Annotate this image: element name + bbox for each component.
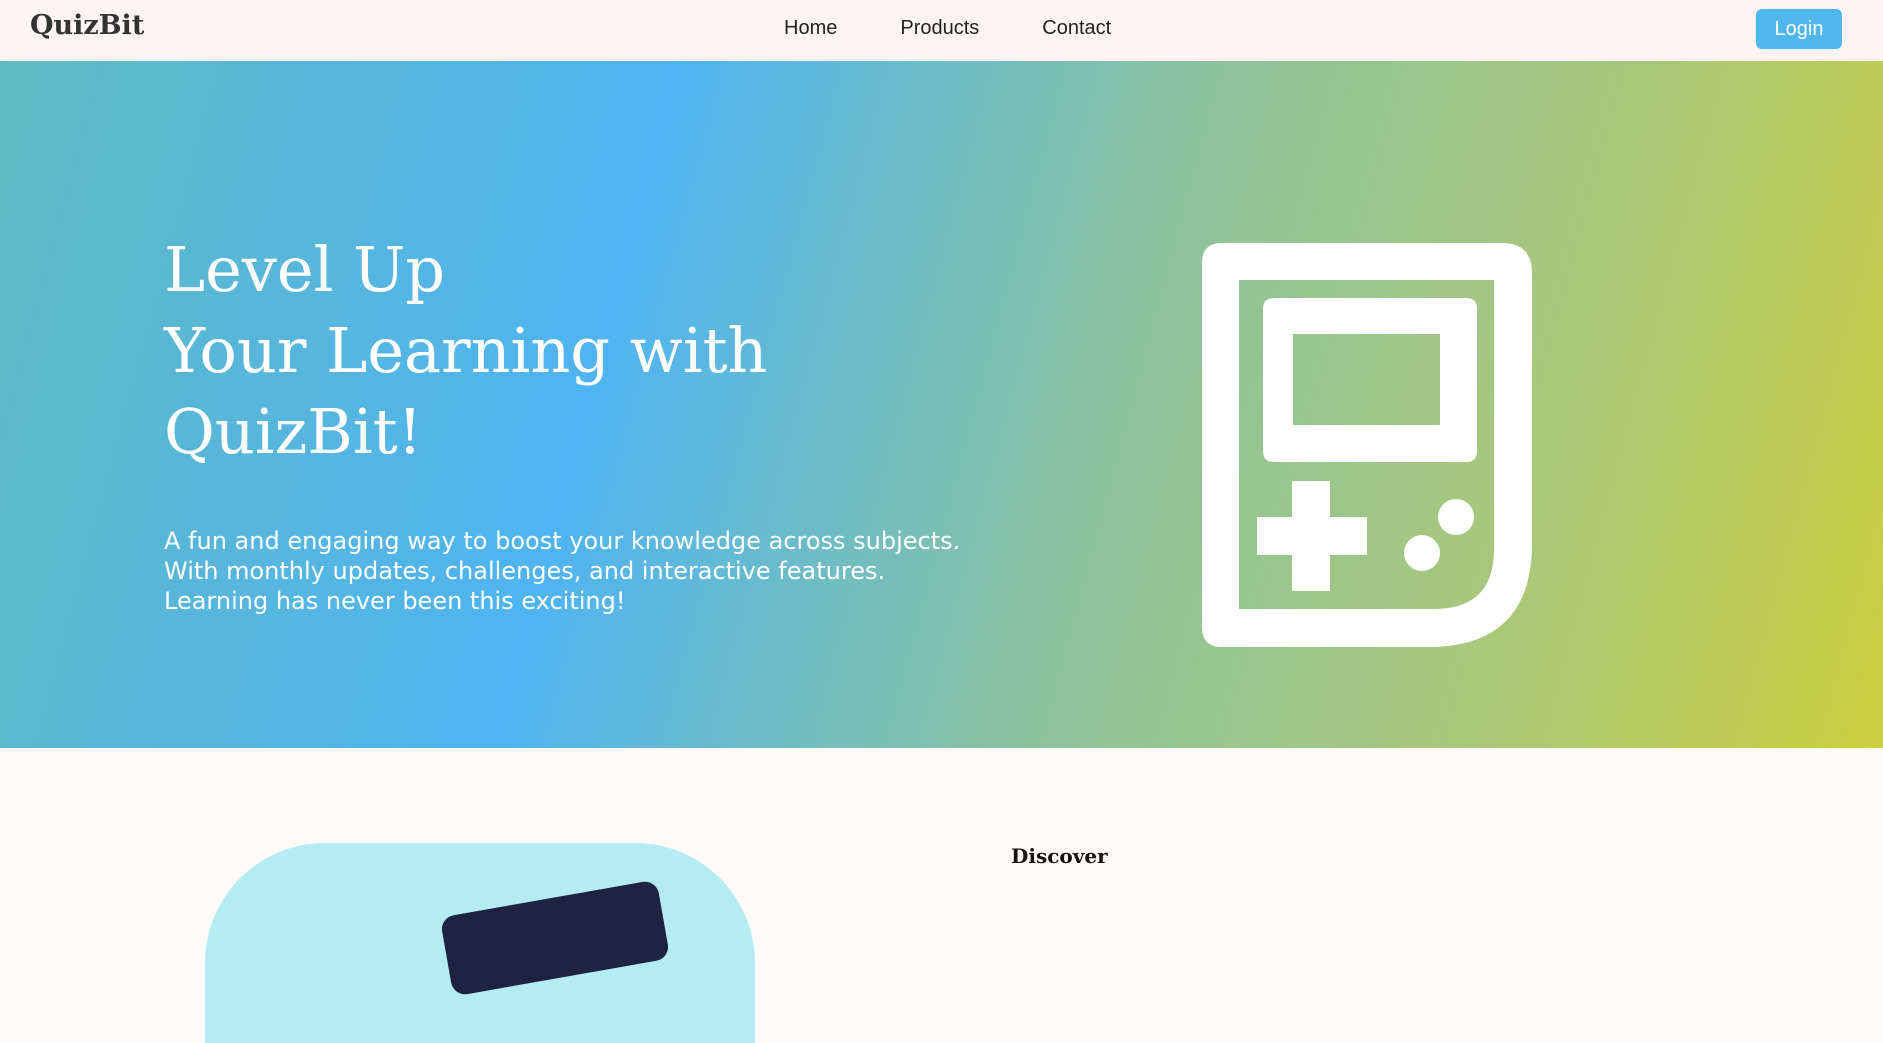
hero-description-line: Learning has never been this exciting! bbox=[164, 587, 626, 615]
nav-link-home[interactable]: Home bbox=[784, 17, 837, 40]
brand-logo[interactable]: QuizBit bbox=[30, 10, 144, 41]
hero-title: Level Up Your Learning with QuizBit! bbox=[164, 229, 864, 472]
hero-section: Level Up Your Learning with QuizBit! A f… bbox=[0, 61, 1883, 748]
nav-links: Home Products Contact bbox=[784, 17, 1174, 40]
hero-title-line: Level Up bbox=[164, 233, 446, 306]
discover-label: Discover bbox=[1011, 844, 1108, 868]
hero-description-line: With monthly updates, challenges, and in… bbox=[164, 557, 886, 585]
navbar: QuizBit Home Products Contact Login bbox=[0, 0, 1883, 61]
gameboy-icon bbox=[1202, 243, 1532, 647]
hero-title-line: QuizBit! bbox=[164, 395, 423, 468]
login-button[interactable]: Login bbox=[1756, 9, 1842, 49]
device-illustration bbox=[439, 879, 671, 997]
hero-description: A fun and engaging way to boost your kno… bbox=[164, 526, 1064, 616]
nav-link-products[interactable]: Products bbox=[900, 17, 979, 40]
hero-description-line: A fun and engaging way to boost your kno… bbox=[164, 527, 961, 555]
hero-title-line: Your Learning with bbox=[164, 314, 768, 387]
product-image-blob bbox=[205, 843, 755, 1043]
nav-link-contact[interactable]: Contact bbox=[1042, 17, 1111, 40]
